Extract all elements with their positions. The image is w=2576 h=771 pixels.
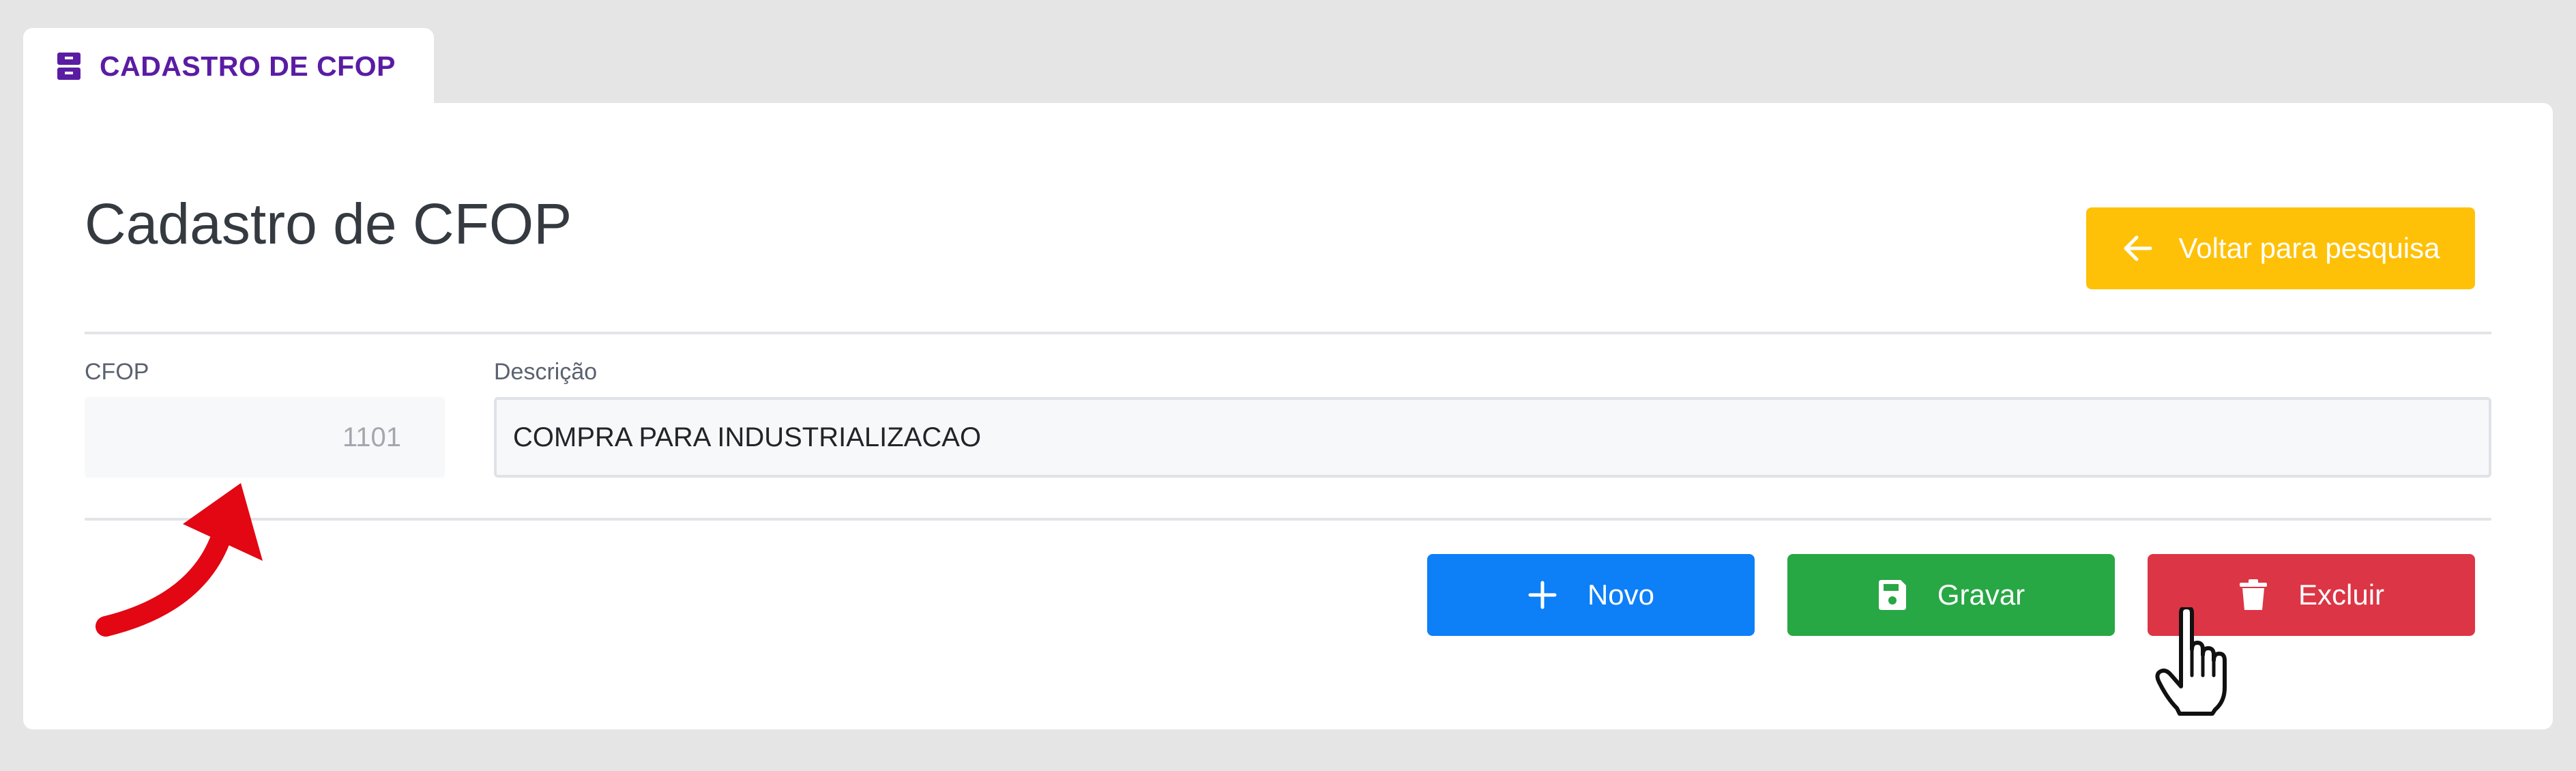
cfop-label: CFOP (85, 359, 149, 385)
gravar-button[interactable]: Gravar (1787, 554, 2115, 636)
save-icon (1878, 580, 1906, 610)
descricao-field[interactable] (494, 397, 2491, 478)
hand-pointer-icon (2155, 607, 2227, 716)
plus-icon (1528, 581, 1557, 609)
gravar-button-label: Gravar (1937, 579, 2025, 611)
excluir-button-label: Excluir (2298, 579, 2385, 611)
descricao-label: Descrição (494, 359, 598, 385)
page-title: Cadastro de CFOP (85, 192, 572, 256)
tab-cadastro-cfop[interactable]: CADASTRO DE CFOP (23, 28, 434, 104)
divider-bottom (85, 518, 2491, 521)
trash-icon (2239, 579, 2267, 610)
tab-label: CADASTRO DE CFOP (100, 50, 396, 82)
novo-button-label: Novo (1587, 579, 1655, 611)
archive-icon (57, 53, 80, 80)
back-button-label: Voltar para pesquisa (2178, 232, 2440, 264)
divider-top (85, 332, 2491, 334)
novo-button[interactable]: Novo (1427, 554, 1755, 636)
arrow-left-icon (2124, 235, 2152, 261)
red-arrow-icon (96, 483, 263, 637)
back-to-search-button[interactable]: Voltar para pesquisa (2086, 207, 2475, 289)
cfop-field[interactable] (85, 397, 445, 478)
